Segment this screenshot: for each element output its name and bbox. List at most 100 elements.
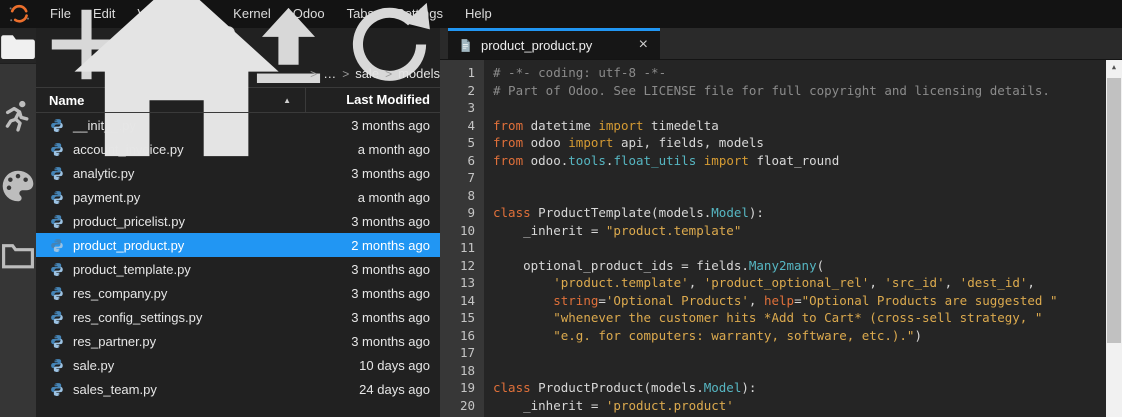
code-token: Model xyxy=(711,205,749,220)
file-browser-panel: >…>sale>models Name ▲ Last Modified __in… xyxy=(36,28,440,417)
file-row[interactable]: res_company.py3 months ago xyxy=(36,281,440,305)
code-token xyxy=(493,293,553,308)
file-name: res_config_settings.py xyxy=(73,310,202,325)
file-row[interactable]: account_invoice.pya month ago xyxy=(36,137,440,161)
code-token: "e.g. for computers: warranty, software,… xyxy=(553,328,914,343)
file-modified: a month ago xyxy=(358,190,440,205)
tabs-folder-icon xyxy=(0,238,36,274)
file-row[interactable]: sale.py10 days ago xyxy=(36,353,440,377)
editor-tab-bar: product_product.py × xyxy=(440,28,1122,60)
file-modified: 3 months ago xyxy=(351,334,440,349)
sidebar-tab-file-browser[interactable] xyxy=(0,28,36,64)
breadcrumb-separator: > xyxy=(310,67,317,81)
file-row[interactable]: res_partner.py 3 months ago xyxy=(36,329,440,353)
breadcrumb: >…>sale>models xyxy=(36,60,440,88)
code-token: string xyxy=(553,293,598,308)
code-token: # Part of Odoo. See LICENSE file for ful… xyxy=(493,83,1050,98)
sidebar-tab-command-palette[interactable] xyxy=(0,168,36,204)
code-line: _inherit = 'product.product' xyxy=(493,397,1102,415)
code-token: "whenever the customer hits *Add to Cart… xyxy=(553,310,1042,325)
line-number: 19 xyxy=(440,379,475,397)
file-row[interactable]: __init__.py3 months ago xyxy=(36,113,440,137)
breadcrumb-segment[interactable]: sale xyxy=(355,66,379,81)
code-token: tools xyxy=(568,153,606,168)
python-icon xyxy=(50,286,65,301)
file-row[interactable]: payment.py a month ago xyxy=(36,185,440,209)
code-content: # -*- coding: utf-8 -*- # Part of Odoo. S… xyxy=(484,60,1122,417)
code-token: timedelta xyxy=(644,118,719,133)
breadcrumb-segment[interactable]: … xyxy=(323,66,336,81)
python-icon xyxy=(50,310,65,325)
breadcrumb-separator: > xyxy=(342,67,349,81)
line-number: 16 xyxy=(440,327,475,345)
line-number: 14 xyxy=(440,292,475,310)
sidebar-tab-running-sessions[interactable] xyxy=(0,98,36,134)
file-modified: 3 months ago xyxy=(351,262,440,277)
file-row[interactable]: sales_team.py24 days ago xyxy=(36,377,440,401)
editor-scrollbar[interactable]: ▲ xyxy=(1106,60,1122,417)
python-icon xyxy=(50,166,65,181)
code-token: 'src_id' xyxy=(884,275,944,290)
menu-help[interactable]: Help xyxy=(454,0,503,28)
refresh-button[interactable] xyxy=(339,28,440,60)
file-name: res_company.py xyxy=(73,286,167,301)
line-number: 7 xyxy=(440,169,475,187)
file-row[interactable]: res_config_settings.py 3 months ago xyxy=(36,305,440,329)
line-number: 11 xyxy=(440,239,475,257)
sidebar-tab-open-tabs[interactable] xyxy=(0,238,36,274)
code-token: odoo. xyxy=(523,153,568,168)
code-token: 'dest_id' xyxy=(960,275,1028,290)
name-column-header[interactable]: Name ▲ xyxy=(36,88,305,112)
code-line xyxy=(493,362,1102,380)
modified-column-header[interactable]: Last Modified xyxy=(305,88,440,112)
folder-icon xyxy=(0,28,36,64)
close-tab-icon[interactable]: × xyxy=(637,37,650,53)
code-token: float_round xyxy=(749,153,839,168)
code-line xyxy=(493,344,1102,362)
code-line xyxy=(493,169,1102,187)
code-line: class ProductProduct(models.Model): xyxy=(493,379,1102,397)
code-token: ) xyxy=(914,328,922,343)
code-line xyxy=(493,99,1102,117)
name-column-label: Name xyxy=(49,93,84,108)
odoo-logo-icon xyxy=(8,3,30,25)
code-token: # -*- coding: utf-8 -*- xyxy=(493,65,666,80)
line-number: 2 xyxy=(440,82,475,100)
file-row[interactable]: product_template.py3 months ago xyxy=(36,257,440,281)
file-modified: 3 months ago xyxy=(351,310,440,325)
line-number: 12 xyxy=(440,257,475,275)
sort-ascending-icon: ▲ xyxy=(283,96,291,105)
file-list: __init__.py3 months agoaccount_invoice.p… xyxy=(36,113,440,417)
code-token xyxy=(696,153,704,168)
code-line xyxy=(493,187,1102,205)
file-row[interactable]: product_pricelist.py3 months ago xyxy=(36,209,440,233)
code-token: _inherit = xyxy=(493,398,606,413)
python-icon xyxy=(50,358,65,373)
code-line: class ProductTemplate(models.Model): xyxy=(493,204,1102,222)
file-row[interactable]: product_product.py2 months ago xyxy=(36,233,440,257)
python-icon xyxy=(50,262,65,277)
line-number: 3 xyxy=(440,99,475,117)
code-line: from odoo import api, fields, models xyxy=(493,134,1102,152)
line-number: 8 xyxy=(440,187,475,205)
editor-panel: product_product.py × 1234567891011121314… xyxy=(440,28,1122,417)
code-editor[interactable]: 1234567891011121314151617181920 # -*- co… xyxy=(440,60,1122,417)
code-line: # -*- coding: utf-8 -*- xyxy=(493,64,1102,82)
scrollbar-thumb[interactable] xyxy=(1107,78,1121,343)
code-token: _inherit = xyxy=(493,223,606,238)
file-name: payment.py xyxy=(73,190,140,205)
file-name: res_partner.py xyxy=(73,334,156,349)
code-line xyxy=(493,239,1102,257)
code-line: _inherit = "product.template" xyxy=(493,222,1102,240)
breadcrumb-segment[interactable]: models xyxy=(398,66,440,81)
scroll-up-arrow-icon[interactable]: ▲ xyxy=(1106,60,1122,76)
code-token: datetime xyxy=(523,118,598,133)
line-number: 9 xyxy=(440,204,475,222)
file-modified: a month ago xyxy=(358,142,440,157)
file-row[interactable]: analytic.py3 months ago xyxy=(36,161,440,185)
code-token: ): xyxy=(749,205,764,220)
editor-tab-product-product[interactable]: product_product.py × xyxy=(448,28,660,59)
code-token: help xyxy=(764,293,794,308)
code-token: odoo xyxy=(523,135,568,150)
code-token: 'product_optional_rel' xyxy=(704,275,870,290)
